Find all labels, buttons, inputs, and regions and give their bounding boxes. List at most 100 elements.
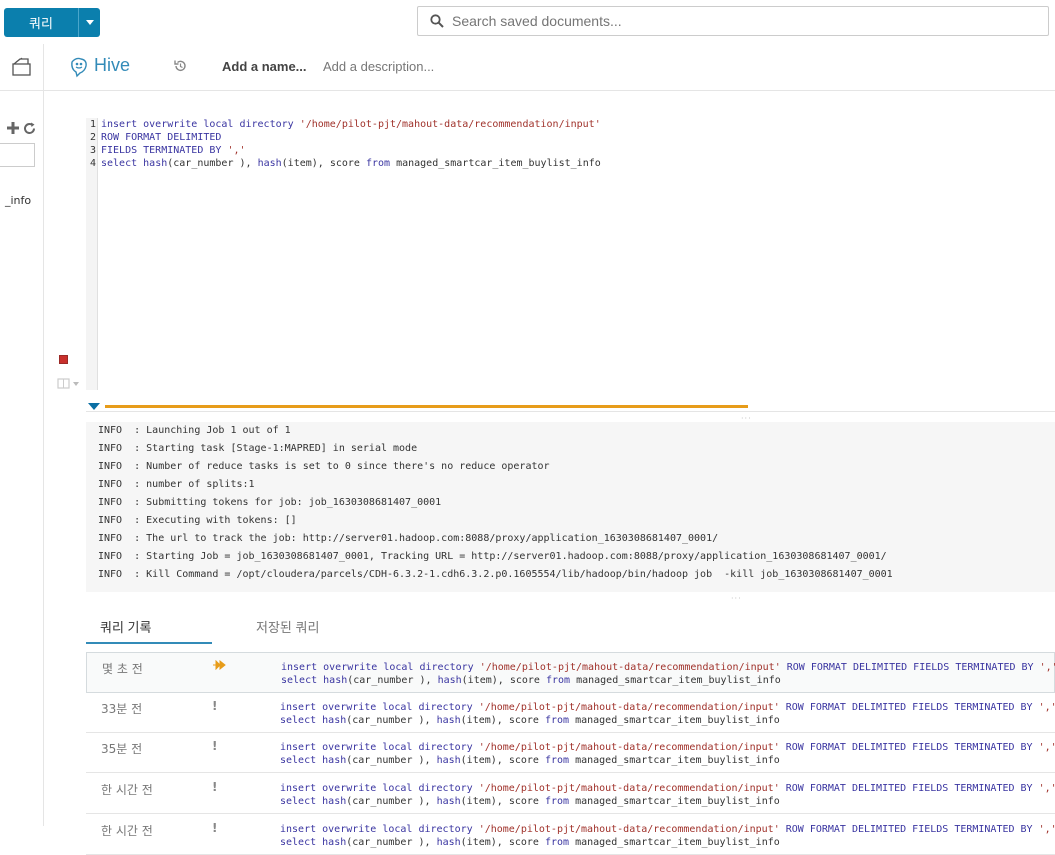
history-time: 한 시간 전	[101, 824, 153, 838]
code-token: hash	[436, 755, 461, 766]
collapse-results-icon[interactable]	[88, 403, 100, 410]
code-token: select	[280, 755, 323, 766]
history-query-line: select hash(car_number ), hash(item), sc…	[280, 714, 1055, 727]
editor-header: Hive Add a name... Add a description...	[44, 44, 1055, 91]
code-token: insert overwrite local directory	[280, 783, 479, 794]
code-token: from	[544, 715, 570, 726]
left-panel: _info	[0, 44, 44, 826]
search-input[interactable]	[450, 12, 1034, 30]
code-token: (item), score	[460, 796, 545, 807]
stop-button[interactable]	[59, 355, 68, 364]
code-token: managed_smartcar_item_buylist_info	[570, 675, 781, 686]
code-token: managed_smartcar_item_buylist_info	[569, 715, 780, 726]
code-token: insert overwrite local directory	[281, 662, 480, 673]
line-number: 4	[89, 158, 96, 169]
query-button-group: 쿼리	[4, 8, 100, 37]
query-description-field[interactable]: Add a description...	[323, 59, 434, 74]
log-line: INFO : Executing with tokens: []	[98, 515, 297, 526]
code-token: from	[545, 675, 571, 686]
log-line: INFO : Starting Job = job_1630308681407_…	[98, 551, 887, 562]
query-dropdown-toggle[interactable]	[78, 8, 100, 37]
progress-bar	[105, 405, 748, 408]
history-query-line: select hash(car_number ), hash(item), sc…	[280, 836, 1055, 849]
code-token: ','	[1039, 662, 1055, 673]
tab-saved-queries[interactable]: 저장된 쿼리	[256, 617, 319, 636]
code-token: ','	[1038, 783, 1055, 794]
left-panel-header	[0, 44, 43, 91]
code-token: FIELDS TERMINATED BY	[101, 145, 228, 156]
code-token: (car_number ),	[346, 755, 437, 766]
code-token: (car_number ),	[346, 837, 437, 848]
code-token: select	[281, 675, 324, 686]
code-token: hash	[436, 715, 461, 726]
history-query-line: select hash(car_number ), hash(item), sc…	[280, 795, 1055, 808]
code-line: select hash(car_number ), hash(item), sc…	[101, 157, 601, 170]
history-time: 33분 전	[101, 702, 143, 716]
error-icon: !	[212, 780, 218, 794]
table-list-item[interactable]: _info	[5, 194, 31, 207]
code-editor[interactable]: insert overwrite local directory '/home/…	[101, 118, 601, 170]
code-token: ROW FORMAT DELIMITED FIELDS TERMINATED B…	[780, 662, 1040, 673]
table-filter-input[interactable]	[0, 143, 35, 167]
log-line: INFO : Number of reduce tasks is set to …	[98, 461, 550, 472]
code-token: ROW FORMAT DELIMITED	[101, 132, 222, 143]
history-row[interactable]: 몇 초 전 insert overwrite local directory '/…	[86, 652, 1055, 693]
error-icon: !	[212, 821, 218, 835]
log-line: INFO : The url to track the job: http://…	[98, 533, 719, 544]
code-token: (car_number ),	[347, 675, 438, 686]
history-time: 35분 전	[101, 742, 143, 756]
running-icon	[213, 659, 227, 673]
history-query-line: insert overwrite local directory '/home/…	[281, 661, 1055, 674]
history-icon[interactable]	[173, 59, 187, 73]
code-token: (item), score	[281, 158, 366, 169]
code-token: hash	[322, 715, 347, 726]
caret-down-icon	[85, 20, 94, 25]
tab-query-history[interactable]: 쿼리 기록	[100, 617, 151, 636]
code-token: from	[365, 158, 391, 169]
history-query-line: insert overwrite local directory '/home/…	[280, 823, 1055, 836]
code-token: select	[280, 837, 323, 848]
code-token: (item), score	[460, 715, 545, 726]
error-icon: !	[212, 739, 218, 753]
resize-grip-icon[interactable]: ···	[731, 594, 742, 603]
code-token: from	[544, 796, 570, 807]
code-token: insert overwrite local directory	[280, 702, 479, 713]
code-token: ','	[1038, 742, 1055, 753]
search-box	[417, 6, 1049, 36]
add-icon[interactable]	[7, 122, 19, 134]
snippet-menu-icon[interactable]	[57, 378, 83, 390]
history-query: insert overwrite local directory '/home/…	[281, 661, 1055, 687]
log-line: INFO : number of splits:1	[98, 479, 255, 490]
code-token: hash	[436, 837, 461, 848]
code-token: hash	[437, 675, 462, 686]
code-token: hash	[436, 796, 461, 807]
code-token: from	[544, 837, 570, 848]
code-token: hash	[257, 158, 282, 169]
history-row[interactable]: 한 시간 전! insert overwrite local directory …	[86, 815, 1055, 855]
history-query-line: insert overwrite local directory '/home/…	[280, 701, 1055, 714]
history-row[interactable]: 35분 전! insert overwrite local directory '…	[86, 733, 1055, 773]
code-token: ROW FORMAT DELIMITED FIELDS TERMINATED B…	[779, 702, 1039, 713]
log-line: INFO : Launching Job 1 out of 1	[98, 425, 291, 436]
history-row[interactable]: 한 시간 전! insert overwrite local directory …	[86, 774, 1055, 814]
code-token: hash	[322, 837, 347, 848]
code-token: hash	[143, 158, 168, 169]
code-line: ROW FORMAT DELIMITED	[101, 131, 601, 144]
code-token: ROW FORMAT DELIMITED FIELDS TERMINATED B…	[779, 742, 1039, 753]
query-name-field[interactable]: Add a name...	[222, 59, 307, 74]
code-token: ROW FORMAT DELIMITED FIELDS TERMINATED B…	[779, 783, 1039, 794]
top-bar: 쿼리	[0, 0, 1055, 45]
code-token: '/home/pilot-pjt/mahout-data/recommendat…	[478, 742, 780, 753]
history-row[interactable]: 33분 전! insert overwrite local directory '…	[86, 693, 1055, 733]
code-token: from	[544, 755, 570, 766]
code-token: (item), score	[461, 675, 546, 686]
documents-icon[interactable]	[11, 57, 33, 77]
code-token: hash	[322, 755, 347, 766]
code-token: '/home/pilot-pjt/mahout-data/recommendat…	[479, 662, 781, 673]
refresh-icon[interactable]	[23, 122, 36, 135]
history-query: insert overwrite local directory '/home/…	[280, 782, 1055, 808]
results-tabs: 쿼리 기록 저장된 쿼리	[86, 609, 1055, 644]
query-button[interactable]: 쿼리	[4, 8, 78, 37]
history-query: insert overwrite local directory '/home/…	[280, 823, 1055, 849]
code-token: (item), score	[460, 837, 545, 848]
